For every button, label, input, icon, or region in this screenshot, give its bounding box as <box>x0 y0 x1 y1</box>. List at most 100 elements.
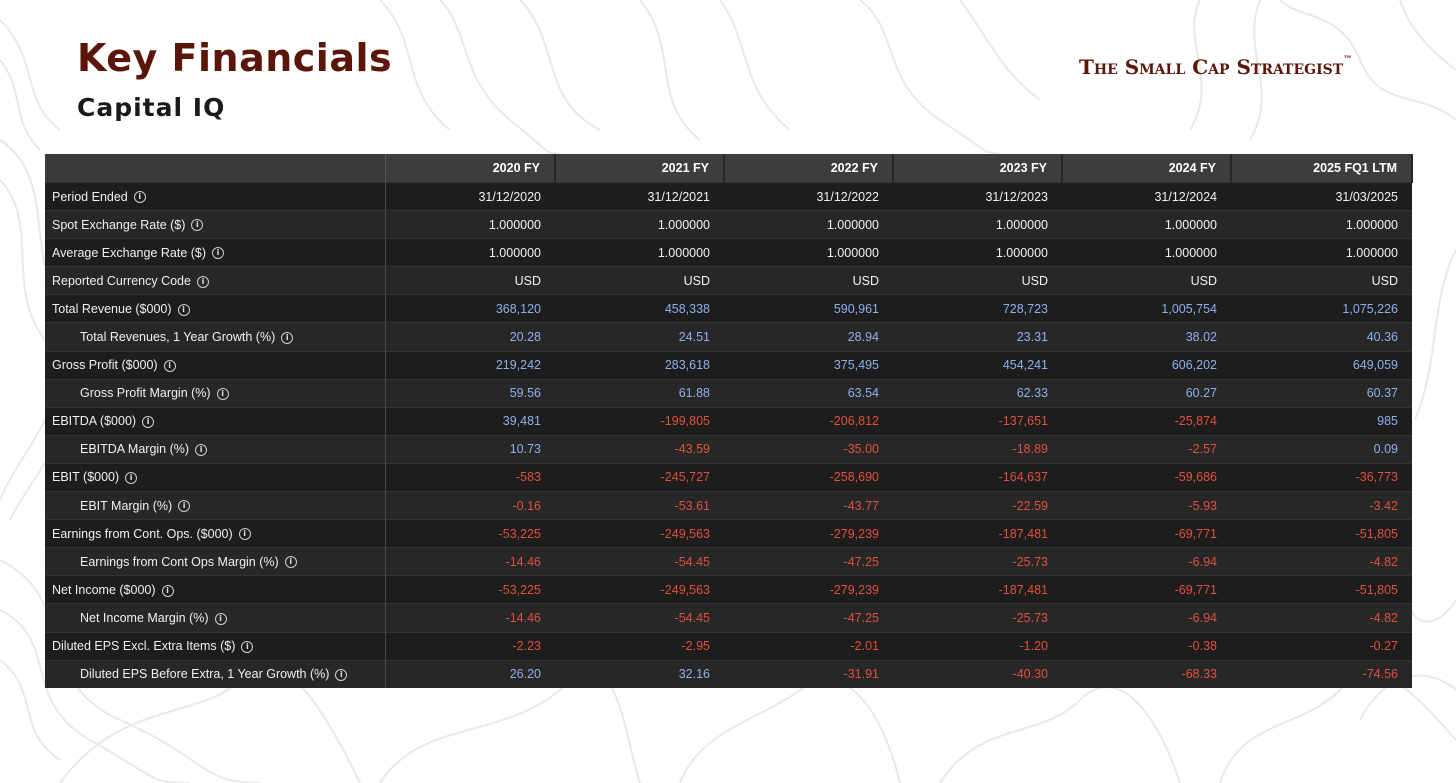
value-cell: 1.000000 <box>1231 238 1412 267</box>
value-cell: -249,563 <box>555 519 724 548</box>
value-cell: -199,805 <box>555 406 724 436</box>
info-circle-icon[interactable]: i <box>241 640 254 653</box>
table-row: Earnings from Cont. Ops. ($000) i -53,225-… <box>45 519 1412 548</box>
row-label: Spot Exchange Rate ($) <box>52 217 186 232</box>
value-cell: -1.20 <box>893 631 1062 661</box>
value-cell: -279,239 <box>724 575 893 604</box>
info-circle-icon[interactable]: i <box>216 387 229 400</box>
column-header[interactable]: 2025 FQ1 LTM <box>1231 154 1413 183</box>
info-circle-icon[interactable]: i <box>177 303 190 316</box>
column-header[interactable]: 2022 FY <box>724 154 894 183</box>
table-row: Total Revenues, 1 Year Growth (%) i 20.28 2… <box>45 322 1412 352</box>
value-cell: -0.27 <box>1231 631 1412 661</box>
value-cell: -59,686 <box>1062 462 1231 492</box>
value-cell: -187,481 <box>893 519 1062 548</box>
table-row: Average Exchange Rate ($) i 1.000000 1.0000… <box>45 238 1412 267</box>
info-circle-icon[interactable]: i <box>163 359 176 372</box>
value-cell: 38.02 <box>1062 322 1231 352</box>
info-circle-icon[interactable]: i <box>161 584 174 597</box>
row-label-cell: EBIT Margin (%) i <box>45 491 386 520</box>
row-label: Reported Currency Code <box>52 273 191 288</box>
value-cell: 1.000000 <box>1062 210 1231 239</box>
value-cell: 60.27 <box>1062 378 1231 408</box>
value-cell: 1.000000 <box>555 238 724 267</box>
value-cell: -3.42 <box>1231 491 1412 520</box>
row-label-cell: Diluted EPS Before Extra, 1 Year Growth … <box>45 659 386 688</box>
value-cell: 1.000000 <box>893 238 1062 267</box>
info-circle-icon[interactable]: i <box>195 444 208 457</box>
info-circle-icon[interactable]: i <box>178 500 191 513</box>
value-cell: -4.82 <box>1231 603 1412 632</box>
page-subtitle: Capital IQ <box>77 93 226 122</box>
column-header[interactable]: 2020 FY <box>385 154 556 183</box>
row-label: Earnings from Cont Ops Margin (%) <box>80 554 279 569</box>
info-circle-icon[interactable]: i <box>125 472 138 485</box>
info-circle-icon[interactable]: i <box>238 528 251 541</box>
table-row: EBITDA ($000) i 39,481 -199,805 -206,812 -137… <box>45 406 1412 436</box>
value-cell: -40.30 <box>893 659 1062 688</box>
value-cell: -47.25 <box>724 547 893 576</box>
value-cell: 39,481 <box>385 406 555 436</box>
value-cell: 283,618 <box>555 350 724 380</box>
value-cell: 985 <box>1231 406 1412 436</box>
brand-logo: The Small Cap Strategist™ <box>1079 55 1352 79</box>
row-label: Total Revenue ($000) <box>52 301 172 316</box>
row-label-cell: Reported Currency Code i <box>45 266 386 295</box>
table-row: Net Income Margin (%) i -14.46 -54.45 -47.25… <box>45 603 1412 632</box>
value-cell: -69,771 <box>1062 519 1231 548</box>
value-cell: 26.20 <box>385 659 555 688</box>
value-cell: -25.73 <box>893 547 1062 576</box>
table-header-row: 2020 FY 2021 FY 2022 FY 2023 FY 2024 FY 2025 … <box>45 154 1413 183</box>
info-circle-icon[interactable]: i <box>212 247 225 260</box>
value-cell: -35.00 <box>724 434 893 464</box>
value-cell: -36,773 <box>1231 462 1412 492</box>
value-cell: 61.88 <box>555 378 724 408</box>
value-cell: -14.46 <box>385 547 555 576</box>
table-row: Diluted EPS Before Extra, 1 Year Growth … <box>45 659 1412 688</box>
table-row: Diluted EPS Excl. Extra Items ($) i -2.23-… <box>45 631 1412 661</box>
row-label: EBIT ($000) <box>52 470 120 485</box>
value-cell: 728,723 <box>893 294 1062 323</box>
info-circle-icon[interactable]: i <box>284 556 297 569</box>
column-header[interactable]: 2021 FY <box>555 154 725 183</box>
value-cell: -2.57 <box>1062 434 1231 464</box>
value-cell: -18.89 <box>893 434 1062 464</box>
value-cell: 1.000000 <box>724 210 893 239</box>
info-circle-icon[interactable]: i <box>196 275 209 288</box>
value-cell: USD <box>724 266 893 295</box>
info-circle-icon[interactable]: i <box>281 331 294 344</box>
row-label-cell: EBITDA Margin (%) i <box>45 434 386 464</box>
value-cell: -51,805 <box>1231 575 1412 604</box>
info-circle-icon[interactable]: i <box>191 219 204 232</box>
value-cell: 1.000000 <box>1062 238 1231 267</box>
value-cell: -53,225 <box>385 519 555 548</box>
info-circle-icon[interactable]: i <box>142 416 155 428</box>
info-circle-icon[interactable]: i <box>335 668 348 681</box>
value-cell: 1.000000 <box>1231 210 1412 239</box>
value-cell: -0.38 <box>1062 631 1231 661</box>
info-circle-icon[interactable]: i <box>214 612 227 625</box>
column-header[interactable]: 2023 FY <box>893 154 1063 183</box>
value-cell: -249,563 <box>555 575 724 604</box>
value-cell: 60.37 <box>1231 378 1412 408</box>
value-cell: 63.54 <box>724 378 893 408</box>
value-cell: -53,225 <box>385 575 555 604</box>
table-body: Period Ended i 31/12/2020 31/12/2021 31/12/2… <box>45 181 1412 688</box>
value-cell: -25.73 <box>893 603 1062 632</box>
value-cell: 1,005,754 <box>1062 294 1231 323</box>
value-cell: -22.59 <box>893 491 1062 520</box>
value-cell: USD <box>893 266 1062 295</box>
value-cell: 31/12/2020 <box>385 181 555 211</box>
value-cell: USD <box>1231 266 1412 295</box>
value-cell: 40.36 <box>1231 322 1412 352</box>
value-cell: 1.000000 <box>893 210 1062 239</box>
row-label-cell: Diluted EPS Excl. Extra Items ($) i <box>45 631 386 661</box>
row-label-cell: Average Exchange Rate ($) i <box>45 238 386 267</box>
value-cell: USD <box>1062 266 1231 295</box>
table-row: Net Income ($000) i -53,225 -249,563 -279,23… <box>45 575 1412 604</box>
info-circle-icon[interactable]: i <box>133 191 146 204</box>
value-cell: -279,239 <box>724 519 893 548</box>
value-cell: USD <box>555 266 724 295</box>
row-label: Total Revenues, 1 Year Growth (%) <box>80 330 276 345</box>
column-header[interactable]: 2024 FY <box>1062 154 1232 183</box>
